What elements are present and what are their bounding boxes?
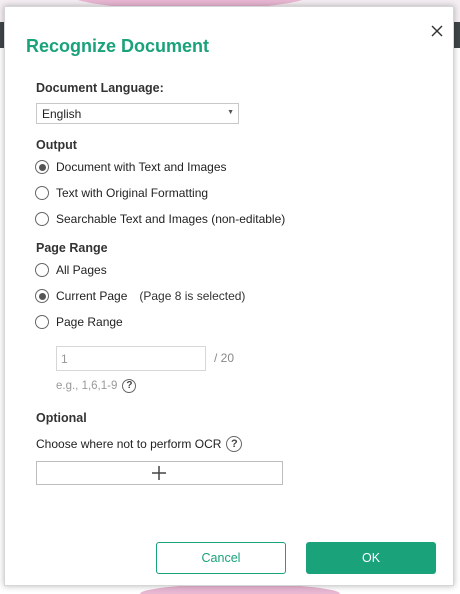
- language-label: Document Language:: [36, 81, 164, 95]
- page-range-option-label: Current Page: [56, 289, 128, 303]
- page-range-option-range[interactable]: Page Range: [35, 313, 123, 331]
- page-range-option-label: Page Range: [56, 315, 123, 329]
- radio-button[interactable]: [35, 186, 49, 200]
- radio-button[interactable]: [35, 315, 49, 329]
- dialog-title: Recognize Document: [26, 36, 210, 56]
- ok-button[interactable]: OK: [306, 542, 436, 574]
- ocr-exclusion-text: Choose where not to perform OCR: [36, 437, 222, 451]
- page-range-option-current[interactable]: Current Page (Page 8 is selected): [35, 287, 245, 305]
- help-icon[interactable]: ?: [226, 436, 243, 452]
- radio-button[interactable]: [35, 160, 49, 174]
- output-option-label: Document with Text and Images: [56, 160, 227, 174]
- chevron-down-icon: ▼: [227, 109, 234, 116]
- page-range-hint-text: e.g., 1,6,1-9: [56, 380, 118, 392]
- page-range-option-label: All Pages: [56, 263, 107, 277]
- page-total: / 20: [214, 351, 235, 365]
- page-range-input[interactable]: 1: [56, 346, 206, 371]
- ocr-exclusion-description: Choose where not to perform OCR ?: [36, 436, 243, 452]
- current-page-note: (Page 8 is selected): [139, 289, 246, 303]
- help-icon[interactable]: ?: [122, 379, 137, 393]
- language-select[interactable]: English ▼: [36, 103, 239, 124]
- output-option-label: Text with Original Formatting: [56, 186, 209, 200]
- language-selected-value: English: [42, 107, 82, 121]
- close-icon[interactable]: [429, 23, 445, 39]
- radio-button[interactable]: [35, 289, 49, 303]
- page-range-hint: e.g., 1,6,1-9 ?: [56, 379, 137, 393]
- output-option-original-formatting[interactable]: Text with Original Formatting: [35, 184, 208, 202]
- output-option-searchable[interactable]: Searchable Text and Images (non-editable…: [35, 210, 285, 228]
- optional-label: Optional: [36, 411, 87, 425]
- radio-button[interactable]: [35, 212, 49, 226]
- plus-icon: [152, 466, 166, 480]
- output-option-text-images[interactable]: Document with Text and Images: [35, 158, 227, 176]
- cancel-button[interactable]: Cancel: [156, 542, 286, 574]
- recognize-document-dialog: Recognize Document Document Language: En…: [4, 6, 454, 586]
- output-option-label: Searchable Text and Images (non-editable…: [56, 212, 286, 226]
- page-range-label: Page Range: [36, 241, 108, 255]
- page-range-option-all[interactable]: All Pages: [35, 261, 107, 279]
- output-label: Output: [36, 138, 77, 152]
- radio-button[interactable]: [35, 263, 49, 277]
- add-ocr-exclusion-area-button[interactable]: [36, 461, 283, 485]
